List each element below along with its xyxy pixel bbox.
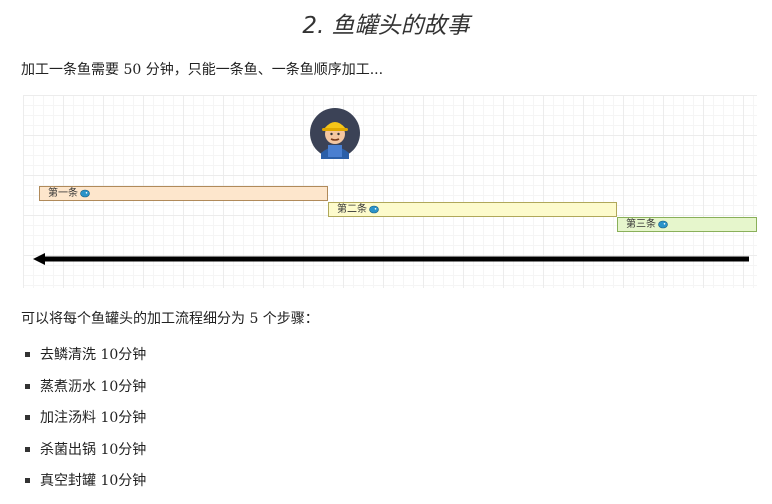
step-text: 杀菌出锅 10分钟	[40, 441, 147, 458]
timeline-bar-label: 第三条	[626, 219, 656, 230]
timeline-bar-3: 第三条	[617, 217, 757, 232]
step-text: 去鳞清洗 10分钟	[40, 347, 147, 363]
step-text: 加注汤料 10分钟	[40, 410, 147, 426]
timeline-bar-2: 第二条	[328, 202, 617, 217]
step-text: 蒸煮沥水 10分钟	[40, 378, 147, 395]
timeline-arrow	[33, 253, 749, 265]
timeline-bar-label: 第二条	[337, 204, 367, 215]
step-text: 真空封罐 10分钟	[40, 473, 147, 489]
bullet-icon	[25, 383, 30, 389]
timeline-diagram: 第一条 第二条 第三条	[23, 95, 757, 288]
list-item: 加注汤料 10分钟	[25, 409, 146, 441]
bullet-icon	[25, 415, 30, 420]
steps-list: 去鳞清洗 10分钟 蒸煮沥水 10分钟 加注汤料 10分钟 杀菌出锅 10分钟 …	[25, 346, 146, 504]
page-title: 2. 鱼罐头的故事	[302, 13, 470, 39]
intro-text: 加工一条鱼需要 50 分钟，只能一条鱼、一条鱼顺序加工...	[21, 62, 384, 78]
fish-icon	[658, 220, 668, 228]
fish-icon	[369, 205, 379, 213]
bullet-icon	[25, 352, 30, 357]
list-item: 去鳞清洗 10分钟	[25, 346, 146, 378]
bullet-icon	[25, 478, 30, 483]
steps-intro-text: 可以将每个鱼罐头的加工流程细分为 5 个步骤：	[21, 311, 319, 327]
fish-icon	[80, 189, 90, 197]
bullet-icon	[25, 446, 30, 452]
timeline-bar-1: 第一条	[39, 186, 328, 201]
worker-avatar-icon	[310, 108, 360, 159]
list-item: 真空封罐 10分钟	[25, 472, 146, 504]
timeline-bar-label: 第一条	[48, 188, 78, 199]
list-item: 杀菌出锅 10分钟	[25, 441, 146, 473]
list-item: 蒸煮沥水 10分钟	[25, 378, 146, 410]
